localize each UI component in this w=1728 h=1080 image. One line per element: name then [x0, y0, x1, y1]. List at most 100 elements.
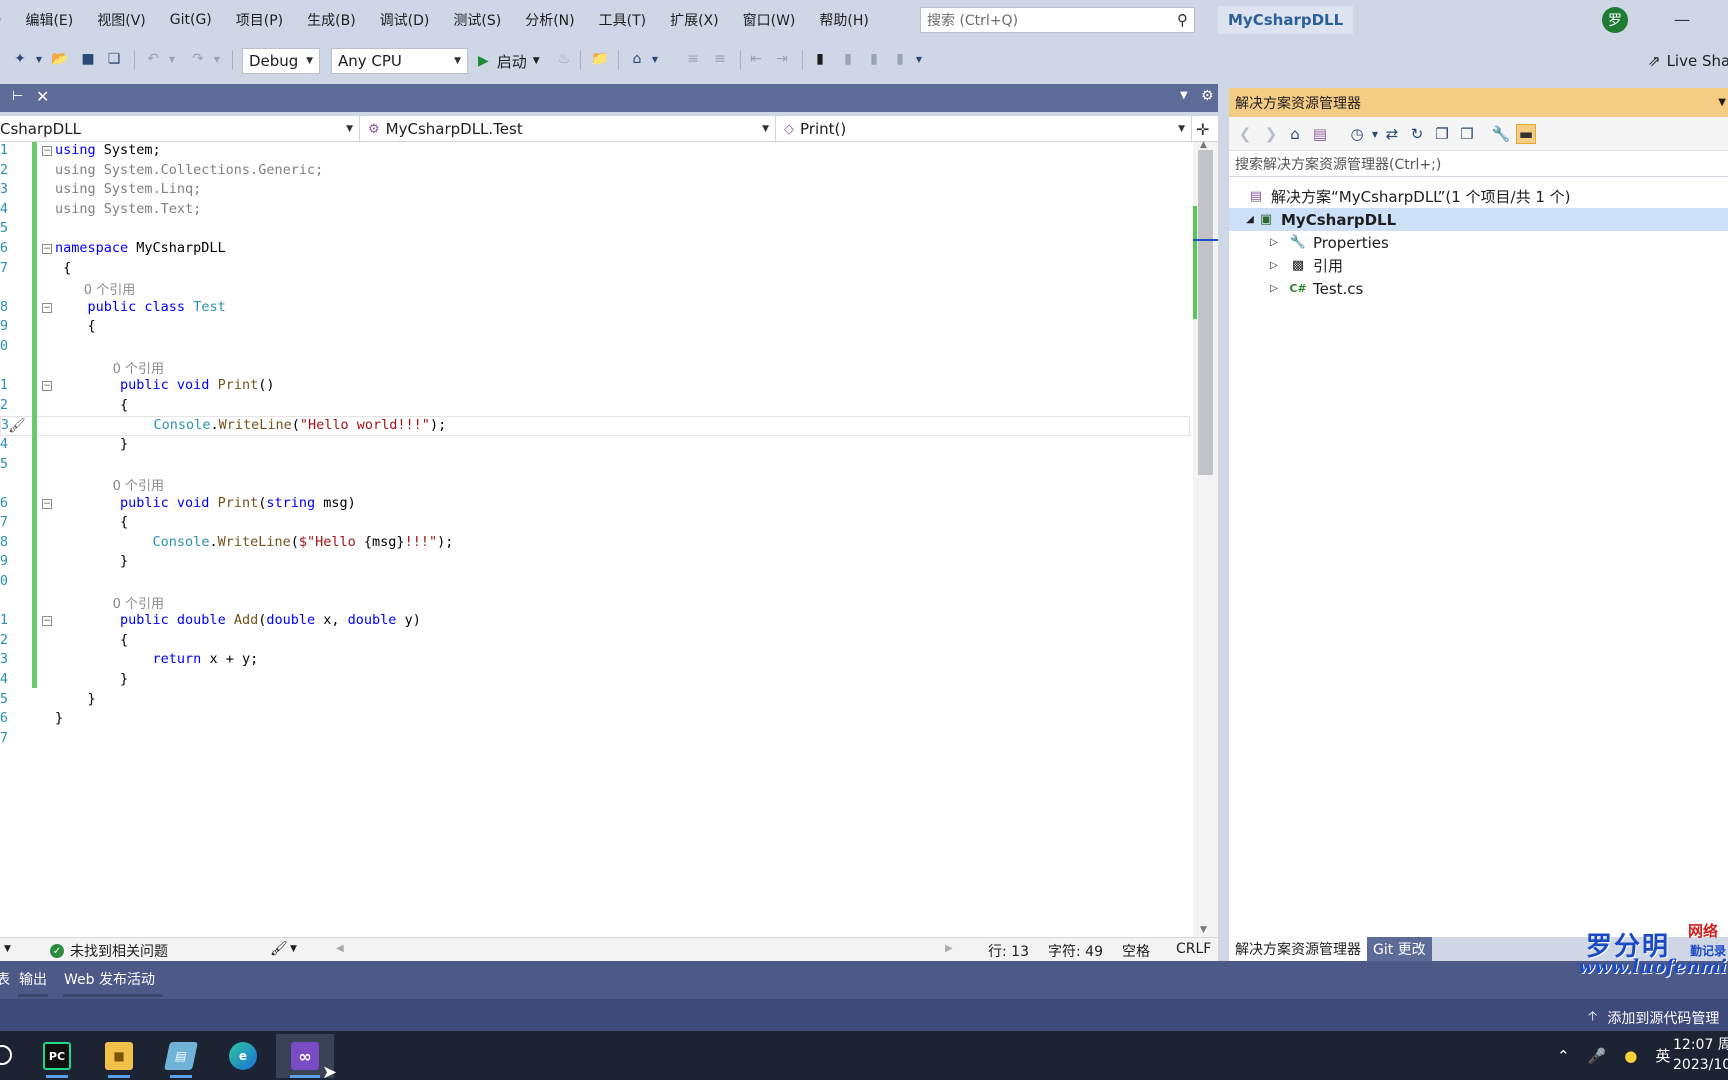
code-line[interactable]: 3 using System.Linq; [0, 181, 1190, 201]
code-line[interactable]: 9 { [0, 318, 1190, 338]
code-line[interactable]: 6 − namespace MyCsharpDLL [0, 240, 1190, 260]
code-line[interactable]: 1 − public void Print() [0, 377, 1190, 397]
code-line[interactable]: 8 − public class Test [0, 299, 1190, 319]
prev-bookmark-icon[interactable]: ▮ [838, 49, 858, 69]
reference-count-hint[interactable]: 0 个引用 [0, 279, 1190, 299]
code-line[interactable]: 1 − using System; [0, 142, 1190, 162]
configuration-select[interactable]: Debug ▼ [242, 48, 320, 74]
redo-dropdown-icon[interactable]: ▼ [212, 49, 222, 69]
search-input[interactable]: 搜索 (Ctrl+Q) [927, 10, 1018, 30]
collapsed-arrow-icon[interactable]: ▷ [1267, 283, 1281, 294]
menu-item[interactable]: 编辑(E) [13, 10, 85, 30]
collapse-icon[interactable]: − [42, 146, 52, 156]
menu-item[interactable]: 工具(T) [587, 10, 658, 30]
scroll-right-icon[interactable]: ▶ [945, 943, 953, 954]
menu-item[interactable]: 生成(B) [295, 10, 368, 30]
add-to-source-control-button[interactable]: 🡡 添加到源代码管理 [1588, 1007, 1719, 1029]
close-icon[interactable]: ✕ [36, 87, 49, 106]
code-line[interactable]: 5 } [0, 691, 1190, 711]
live-share-button[interactable]: ⇗ Live Sha [1648, 49, 1728, 73]
editor-scrollbar[interactable]: ▲ ▼ [1193, 140, 1218, 937]
line-ending-indicator[interactable]: CRLF [1176, 941, 1211, 957]
chevron-down-icon[interactable]: ▼ [1718, 97, 1726, 108]
menu-item[interactable]: 项目(P) [224, 10, 295, 30]
code-line[interactable]: 0 [0, 573, 1190, 593]
solution-search-input[interactable]: 搜索解决方案资源管理器(Ctrl+;) [1235, 154, 1441, 174]
gear-icon[interactable]: ⚙ [1201, 88, 1214, 104]
menu-item[interactable]: Git(G) [158, 12, 224, 28]
expanded-arrow-icon[interactable]: ◢ [1243, 214, 1257, 225]
tree-item-references[interactable]: ▷ ▩ 引用 [1229, 254, 1728, 277]
code-line[interactable]: 2 { [0, 632, 1190, 652]
save-all-icon[interactable]: ❏ [104, 49, 124, 69]
home-window-icon[interactable]: ⌂ [627, 49, 647, 69]
refresh-icon[interactable]: ↻ [1407, 124, 1427, 144]
code-line[interactable]: 2 using System.Collections.Generic; [0, 162, 1190, 182]
tab-solution-explorer[interactable]: 解决方案资源管理器 [1229, 937, 1367, 961]
tab-web-publish[interactable]: Web 发布活动 [64, 969, 155, 989]
redo-icon[interactable]: ↷ [188, 49, 208, 69]
hot-reload-icon[interactable]: ♨ [554, 49, 574, 69]
back-icon[interactable]: ❮ [1235, 124, 1255, 144]
preview-selected-icon[interactable]: ▬ [1516, 124, 1536, 144]
collapse-icon[interactable]: − [42, 498, 52, 509]
open-folder-icon[interactable]: 📂 [50, 49, 70, 69]
tree-item-properties[interactable]: ▷ 🔧 Properties [1229, 231, 1728, 254]
code-line[interactable]: 4 } [0, 671, 1190, 691]
tree-item-test-cs[interactable]: ▷ C# Test.cs [1229, 277, 1728, 300]
menu-item[interactable]: 视图(V) [85, 10, 158, 30]
reference-count-hint[interactable]: 0 个引用 [0, 593, 1190, 613]
pending-changes-icon[interactable]: ◷ [1347, 124, 1367, 144]
forward-icon[interactable]: ❯ [1261, 124, 1281, 144]
code-line[interactable]: 3 Console.WriteLine("Hello world!!!"); [0, 416, 1190, 436]
home-icon[interactable]: ⌂ [1285, 124, 1305, 144]
microphone-icon[interactable]: 🎤 [1588, 1047, 1607, 1065]
member-select[interactable]: ◇ Print() ▼ [778, 116, 1192, 142]
code-line[interactable]: 4 } [0, 436, 1190, 456]
clock[interactable]: 12:07 周 2023/10 [1673, 1035, 1728, 1075]
code-line[interactable]: 7 { [0, 260, 1190, 280]
reference-count-hint[interactable]: 0 个引用 [0, 358, 1190, 378]
new-project-icon[interactable]: ✦ [10, 49, 30, 69]
minimize-button[interactable]: — [1672, 10, 1692, 30]
chevron-up-icon[interactable]: ⌃ [1557, 1047, 1570, 1065]
format-icon[interactable]: ≡ [710, 49, 730, 69]
code-line[interactable]: 7 { [0, 514, 1190, 534]
ime-indicator[interactable]: 英 [1655, 1045, 1670, 1066]
new-project-dropdown-icon[interactable]: ▼ [34, 49, 44, 69]
collapse-icon[interactable]: − [42, 616, 52, 627]
scroll-up-icon[interactable]: ▲ [1200, 140, 1207, 150]
zoom-dropdown-icon[interactable]: ▼ [4, 944, 11, 954]
outdent-icon[interactable]: ⇤ [746, 49, 766, 69]
search-icon[interactable] [0, 1045, 12, 1065]
overflow-icon[interactable]: ▼ [650, 49, 660, 69]
code-line[interactable]: 6 − public void Print(string msg) [0, 495, 1190, 515]
whitespace-indicator[interactable]: 空格 [1122, 941, 1150, 961]
scroll-left-icon[interactable]: ◀ [336, 943, 344, 954]
type-select[interactable]: ⚙ MyCsharpDLL.Test ▼ [362, 116, 776, 142]
chevron-down-icon[interactable]: ▼ [290, 944, 297, 954]
undo-icon[interactable]: ↶ [143, 49, 163, 69]
code-editor[interactable]: 1− using System; 2 using System.Collections… [0, 142, 1218, 937]
avatar[interactable]: 罗 [1602, 7, 1628, 33]
scrollbar-thumb[interactable] [1198, 150, 1213, 475]
taskbar-file-explorer[interactable]: ■ [90, 1034, 148, 1078]
collapse-icon[interactable]: − [42, 243, 52, 254]
save-icon[interactable]: ■ [78, 49, 98, 69]
tree-item-solution[interactable]: ▤ 解决方案“MyCsharpDLL”(1 个项目/共 1 个) [1229, 185, 1728, 208]
solution-explorer-search[interactable]: 搜索解决方案资源管理器(Ctrl+;) [1229, 151, 1728, 177]
collapse-icon[interactable]: − [42, 381, 52, 392]
show-all-files-icon[interactable]: ❒ [1457, 124, 1477, 144]
menu-item[interactable]: 窗口(W) [731, 10, 808, 30]
code-line[interactable]: 2 { [0, 397, 1190, 417]
split-window-icon[interactable]: ✛ [1196, 120, 1209, 139]
code-line[interactable]: 0 [0, 338, 1190, 358]
menu-item[interactable]: 帮助(H) [807, 10, 880, 30]
collapsed-arrow-icon[interactable]: ▷ [1267, 260, 1281, 271]
collapse-all-icon[interactable]: ❐ [1432, 124, 1452, 144]
menu-item[interactable]: ) [0, 12, 13, 28]
bookmark-icon[interactable]: ▮ [810, 49, 830, 69]
code-line[interactable]: 7 [0, 730, 1190, 750]
switch-views-icon[interactable]: ▤ [1310, 124, 1330, 144]
menu-item[interactable]: 测试(S) [441, 10, 513, 30]
